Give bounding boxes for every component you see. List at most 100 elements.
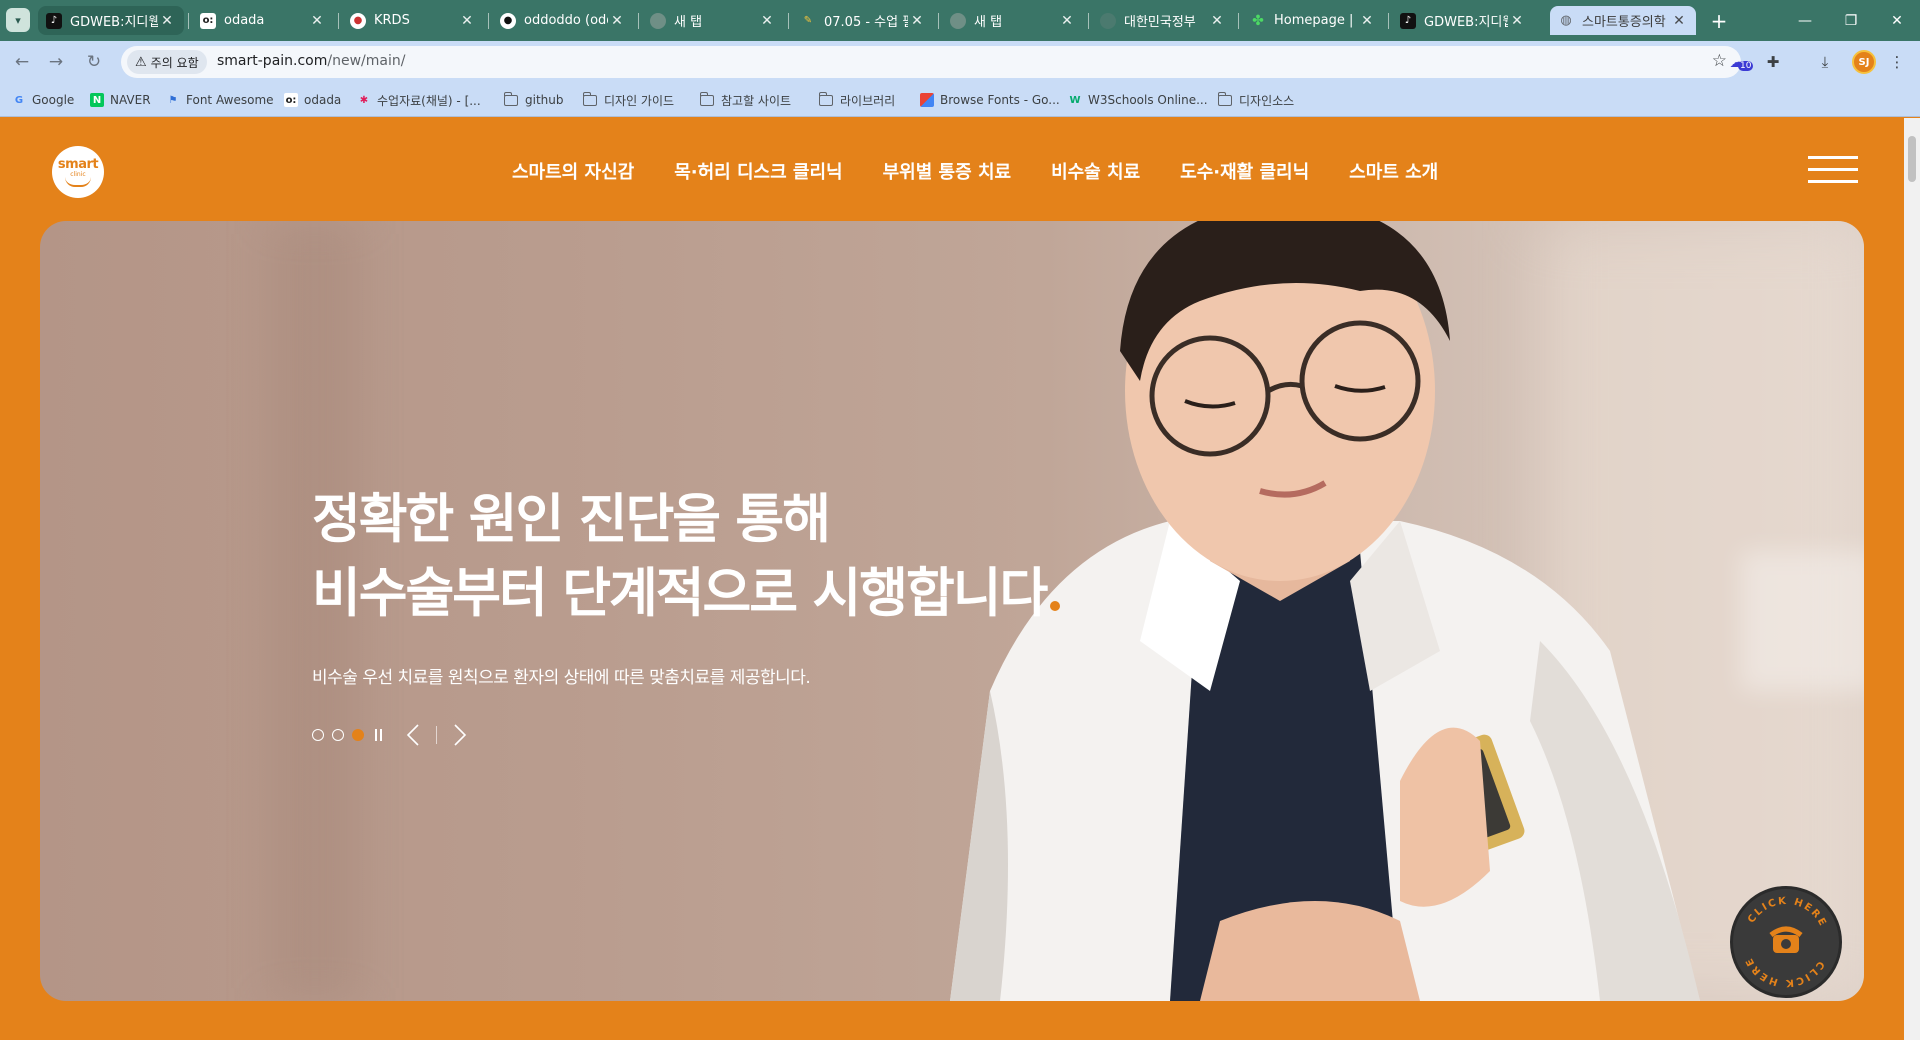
hero-subtitle: 비수술 우선 치료를 원칙으로 환자의 상태에 따른 맞춤치료를 제공합니다. — [312, 668, 811, 688]
nav-item-disc-clinic[interactable]: 목·허리 디스크 클리닉 — [674, 158, 842, 184]
nav-item-about[interactable]: 스마트 소개 — [1349, 158, 1438, 184]
tiktok-icon: ♪ — [46, 12, 62, 29]
close-icon[interactable]: ✕ — [308, 13, 326, 29]
profile-avatar[interactable]: SJ — [1852, 50, 1876, 74]
hamburger-menu-icon[interactable] — [1808, 156, 1858, 184]
github-icon: ● — [500, 12, 516, 29]
globe-icon: ◍ — [1560, 13, 1572, 28]
bookmark-star-icon[interactable]: ☆ — [1712, 51, 1727, 71]
extension-icon[interactable]: ☁ 10 — [1726, 51, 1754, 73]
nav-item-pain-treatment[interactable]: 부위별 통증 치료 — [883, 158, 1011, 184]
folder-icon — [582, 91, 597, 106]
folder-icon — [1217, 91, 1232, 106]
browser-tab[interactable]: ♪ GDWEB:지디웹 ✕ — [38, 6, 184, 35]
browser-toolbar: ← → ↻ ⚠ 주의 요함 smart-pain.com/new/main/ ☆… — [0, 41, 1920, 83]
svg-text:CLICK HERE: CLICK HERE — [1743, 955, 1826, 989]
folder-icon — [699, 91, 714, 106]
browser-tab[interactable]: 대한민국정부 ✕ — [1092, 6, 1234, 35]
close-icon[interactable]: ✕ — [1208, 13, 1226, 29]
browser-tab-strip: ▾ ♪ GDWEB:지디웹 ✕ o: odada ✕ ● KRDS ✕ ● od… — [0, 0, 1920, 41]
url-text[interactable]: smart-pain.com/new/main/ — [217, 53, 405, 69]
browser-tab[interactable]: ● oddoddo (odd ✕ — [492, 6, 634, 35]
pause-icon[interactable] — [374, 729, 384, 741]
google-fonts-icon — [920, 93, 934, 107]
bookmark-item[interactable]: Browse Fonts - Go... — [920, 91, 1060, 109]
close-icon[interactable]: ✕ — [1358, 13, 1376, 29]
bookmark-item[interactable]: ✱ 수업자료(채널) - [... — [357, 91, 481, 109]
odada-icon: o: — [284, 93, 298, 107]
restore-button[interactable]: ❐ — [1828, 0, 1874, 41]
download-icon[interactable]: ⤓ — [1814, 51, 1836, 73]
folder-icon — [818, 91, 833, 106]
close-icon[interactable]: ✕ — [158, 13, 176, 29]
browser-tab-active[interactable]: ◍ 스마트통증의학 ✕ — [1550, 6, 1696, 35]
new-tab-button[interactable]: + — [1706, 8, 1732, 34]
bookmark-folder[interactable]: 디자인소스 — [1217, 91, 1294, 109]
chrome-icon — [650, 12, 666, 29]
close-icon[interactable]: ✕ — [908, 13, 926, 29]
slide-pagination-dot-active[interactable] — [352, 729, 364, 741]
bookmarks-bar: G Google N NAVER ⚑ Font Awesome o: odada ✱ 수업… — [0, 83, 1920, 117]
address-bar[interactable]: ⚠ 주의 요함 smart-pain.com/new/main/ ☆ — [121, 46, 1741, 78]
bookmark-item[interactable]: N NAVER — [90, 91, 151, 109]
tab-search-button[interactable]: ▾ — [6, 8, 30, 32]
bookmark-item[interactable]: o: odada — [284, 91, 341, 109]
menu-kebab-icon[interactable]: ⋮ — [1886, 51, 1908, 73]
browser-tab[interactable]: ✤ Homepage | G ✕ — [1242, 6, 1384, 35]
svg-text:CLICK HERE: CLICK HERE — [1746, 896, 1829, 930]
hero-headline: 정확한 원인 진단을 통해 비수술부터 단계적으로 시행합니다 — [312, 483, 1061, 631]
slide-pagination-dot[interactable] — [312, 729, 324, 741]
close-icon[interactable]: ✕ — [1508, 13, 1526, 29]
nav-item-rehab-clinic[interactable]: 도수·재활 클리닉 — [1180, 158, 1309, 184]
slide-pagination-dot[interactable] — [332, 729, 344, 741]
bookmark-folder[interactable]: 디자인 가이드 — [582, 91, 674, 109]
smile-logo-mark — [65, 177, 91, 187]
odada-icon: o: — [200, 12, 216, 29]
hero-slider: 정확한 원인 진단을 통해 비수술부터 단계적으로 시행합니다 비수술 우선 치… — [40, 221, 1864, 1001]
security-warning-chip[interactable]: ⚠ 주의 요함 — [127, 50, 207, 74]
close-icon[interactable]: ✕ — [1670, 13, 1688, 29]
puzzle-extensions-icon[interactable]: ✚ — [1762, 51, 1784, 73]
site-logo[interactable]: smart clinic — [52, 146, 104, 198]
nav-item-nonsurgical[interactable]: 비수술 치료 — [1051, 158, 1140, 184]
browser-tab[interactable]: 새 탭 ✕ — [642, 6, 784, 35]
browser-tab[interactable]: 새 탭 ✕ — [942, 6, 1084, 35]
krds-icon: ● — [350, 12, 366, 29]
minimize-button[interactable]: — — [1782, 0, 1828, 41]
nav-item-confidence[interactable]: 스마트의 자신감 — [512, 158, 634, 184]
web-page: smart clinic 스마트의 자신감 목·허리 디스크 클리닉 부위별 통… — [0, 118, 1904, 1040]
bookmark-item[interactable]: ⚑ Font Awesome — [166, 91, 274, 109]
close-icon[interactable]: ✕ — [1058, 13, 1076, 29]
clover-icon: ✤ — [1252, 12, 1264, 29]
close-icon[interactable]: ✕ — [458, 13, 476, 29]
next-slide-icon[interactable] — [449, 723, 471, 747]
main-navigation: 스마트의 자신감 목·허리 디스크 클리닉 부위별 통증 치료 비수술 치료 도… — [512, 158, 1438, 184]
gov-icon — [1100, 12, 1116, 29]
browser-tab[interactable]: ● KRDS ✕ — [342, 6, 484, 35]
browser-tab[interactable]: ♪ GDWEB:지디웹 ✕ — [1392, 6, 1534, 35]
close-icon[interactable]: ✕ — [608, 13, 626, 29]
w3schools-icon: W — [1069, 94, 1081, 106]
bookmark-folder[interactable]: github — [503, 91, 563, 109]
page-scrollbar[interactable] — [1904, 118, 1920, 1040]
bookmark-folder[interactable]: 라이브러리 — [818, 91, 895, 109]
forward-button[interactable]: → — [44, 50, 68, 74]
phone-icon — [1769, 926, 1803, 953]
back-button[interactable]: ← — [10, 50, 34, 74]
tiktok-icon: ♪ — [1400, 12, 1416, 29]
close-window-button[interactable]: ✕ — [1874, 0, 1920, 41]
slack-icon: ✱ — [359, 94, 369, 106]
bookmark-item[interactable]: W W3Schools Online... — [1068, 91, 1207, 109]
click-here-floating-button[interactable]: CLICK HERE CLICK HERE — [1730, 886, 1842, 998]
bookmark-item[interactable]: G Google — [12, 91, 74, 109]
reload-button[interactable]: ↻ — [82, 50, 106, 74]
browser-tab[interactable]: o: odada ✕ — [192, 6, 334, 35]
extension-badge: 10 — [1738, 61, 1754, 71]
bookmark-folder[interactable]: 참고할 사이트 — [699, 91, 791, 109]
browser-tab[interactable]: ✎ 07.05 - 수업 필 ✕ — [792, 6, 934, 35]
chrome-icon — [950, 12, 966, 29]
prev-slide-icon[interactable] — [402, 723, 424, 747]
pencil-icon: ✎ — [803, 15, 813, 26]
close-icon[interactable]: ✕ — [758, 13, 776, 29]
accent-dot — [1050, 601, 1061, 611]
